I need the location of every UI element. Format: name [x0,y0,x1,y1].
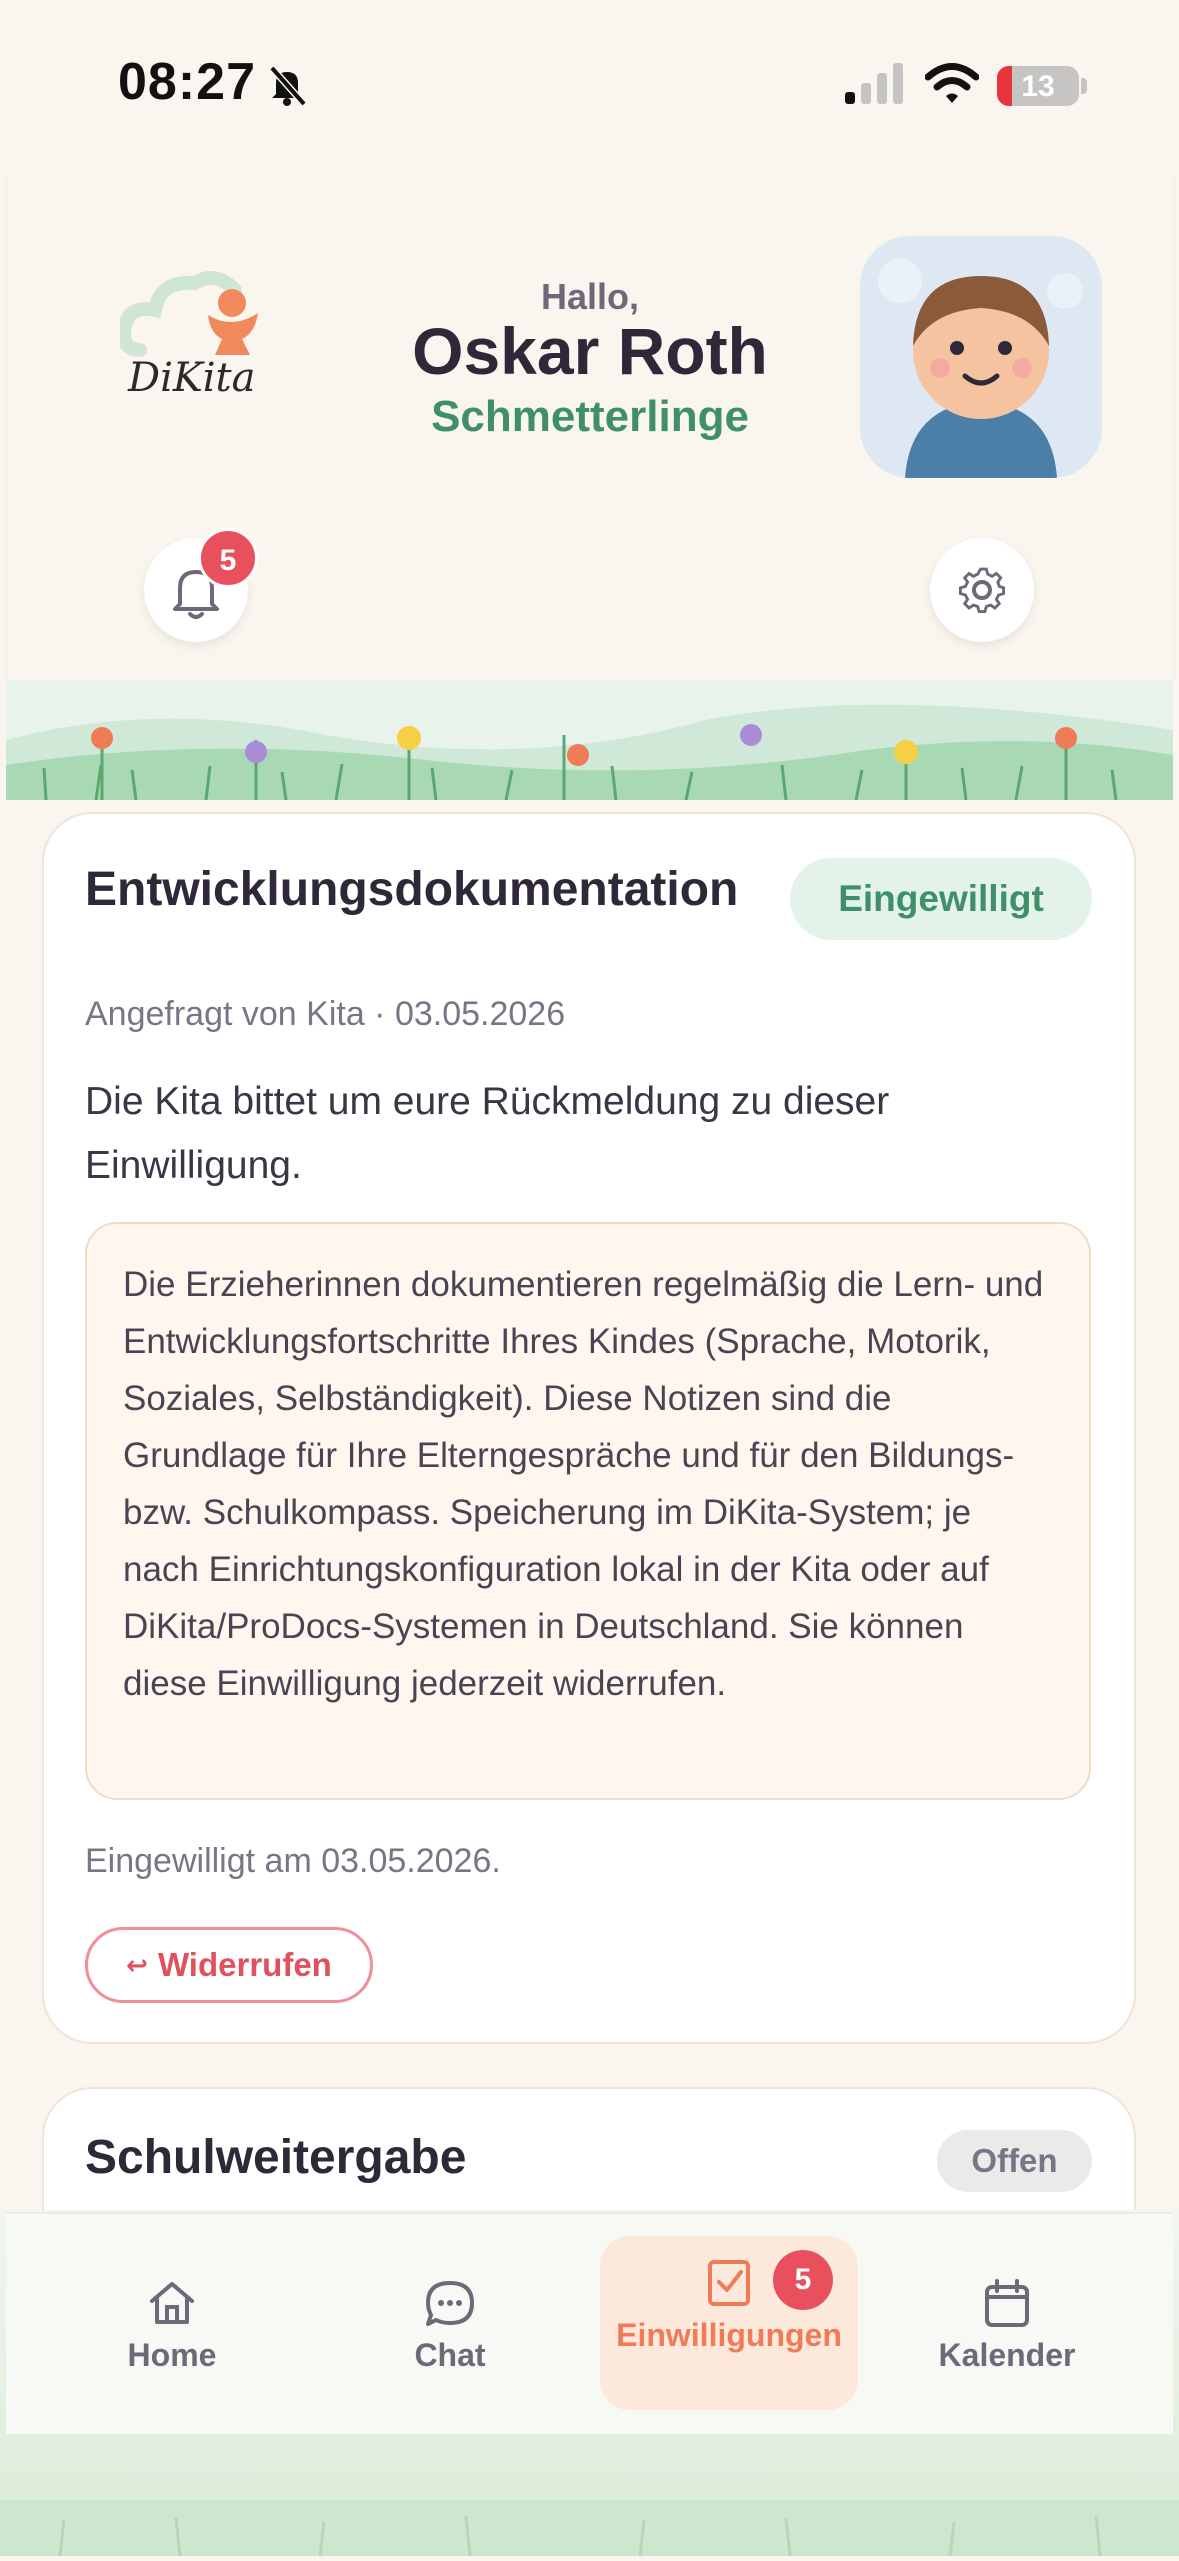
consent-title: Entwicklungsdokumentation [85,863,739,916]
consent-details: Die Erzieherinnen dokumentieren regelmäß… [85,1222,1091,1800]
child-avatar[interactable] [860,236,1102,478]
gear-icon [958,567,1006,614]
status-time: 08:27 [118,53,256,111]
silent-mode-icon [264,62,310,108]
chat-icon [426,2281,474,2326]
nav-home[interactable]: Home [72,2275,272,2374]
meadow-illustration [6,680,1173,801]
undo-icon: ↩ [126,1949,148,1980]
group-name: Schmetterlinge [431,392,749,441]
consents-count-badge: 5 [773,2250,833,2310]
nav-calendar-label: Kalender [938,2337,1076,2373]
nav-calendar[interactable]: Kalender [907,2275,1107,2374]
consent-title-secondary: Schulweitergabe [85,2131,467,2184]
nav-home-label: Home [127,2337,217,2373]
calendar-icon [985,2279,1029,2327]
grass-footer [0,2500,1179,2557]
user-name: Oskar Roth [412,314,768,388]
cellular-signal-icon [845,62,907,106]
nav-chat[interactable]: Chat [350,2275,550,2374]
logo-text: DiKita [128,355,256,401]
notification-badge: 5 [198,528,258,588]
nav-chat-label: Chat [414,2337,486,2373]
status-badge: Eingewilligt [790,858,1092,940]
checklist-icon [708,2260,750,2306]
battery-tip [1081,78,1087,94]
consent-date: Eingewilligt am 03.05.2026. [85,1842,501,1880]
consent-meta: Angefragt von Kita · 03.05.2026 [85,995,566,1033]
revoke-button[interactable]: ↩ Widerrufen [85,1927,373,2003]
battery-indicator: 13 [997,66,1079,106]
status-badge-open: Offen [937,2130,1092,2192]
settings-button[interactable] [930,538,1034,642]
home-icon [150,2282,194,2324]
wifi-icon [924,62,980,106]
nav-consents-label: Einwilligungen [616,2317,842,2353]
revoke-label: Widerrufen [157,1946,332,1983]
consent-intro: Die Kita bittet um eure Rückmeldung zu d… [85,1080,890,1187]
greeting: Hallo, [540,276,639,317]
